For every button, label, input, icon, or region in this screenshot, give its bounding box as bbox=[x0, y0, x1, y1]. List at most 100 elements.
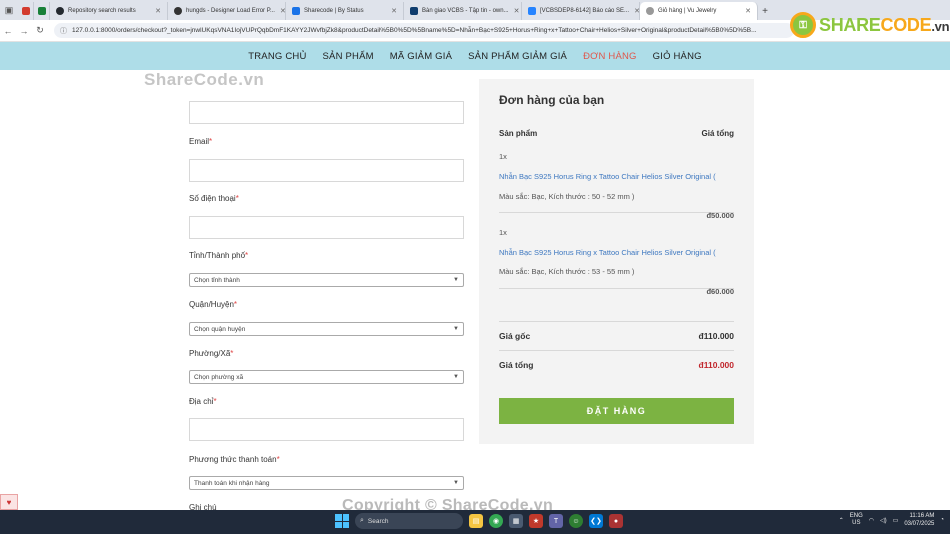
close-tab-icon[interactable]: ✕ bbox=[150, 7, 161, 15]
item-1-price: đ50.000 bbox=[706, 211, 734, 220]
wifi-icon[interactable]: ◠ bbox=[869, 517, 874, 524]
district-select-value: Chọn quận huyện bbox=[194, 325, 246, 333]
tab-repository-search[interactable]: Repository search results ✕ bbox=[50, 2, 168, 20]
chevron-down-icon: ▼ bbox=[453, 374, 459, 380]
payment-group: Phương thức thanh toán* bbox=[189, 455, 465, 464]
item-1-name-link[interactable]: Nhẫn Bạc S925 Horus Ring x Tattoo Chair … bbox=[499, 172, 734, 181]
tab-gio-hang[interactable]: Giỏ hàng | Vu Jewelry ✕ bbox=[640, 2, 758, 20]
volume-icon[interactable]: ◁) bbox=[880, 517, 887, 524]
nav-home[interactable]: TRANG CHỦ bbox=[248, 51, 306, 62]
recorder-icon[interactable]: ● bbox=[609, 514, 623, 528]
ward-label: Phường/Xã* bbox=[189, 349, 234, 358]
tab-label: [VCBSDEP8-6142] Báo cáo SE... bbox=[540, 8, 630, 14]
store-icon[interactable]: ▦ bbox=[509, 514, 523, 528]
vscode-icon[interactable]: ❮❯ bbox=[589, 514, 603, 528]
extension-icon[interactable]: ♥ bbox=[0, 494, 18, 510]
nav-orders[interactable]: ĐƠN HÀNG bbox=[583, 51, 637, 62]
close-tab-icon[interactable]: ✕ bbox=[509, 7, 520, 15]
item-1-attrs: Màu sắc: Bạc, Kích thước : 50 - 52 mm ) bbox=[499, 192, 635, 201]
github-favicon-icon bbox=[56, 7, 64, 15]
phone-label: Số điện thoại* bbox=[189, 194, 239, 203]
phone-field[interactable] bbox=[189, 216, 464, 239]
system-tray: ⌃ ENG US ◠ ◁) ▭ 11:16 AM 03/07/2025 ◔ bbox=[839, 512, 944, 528]
forward-arrow-icon[interactable]: → bbox=[16, 26, 32, 36]
battery-icon[interactable]: ▭ bbox=[893, 517, 899, 524]
name-field[interactable] bbox=[189, 101, 464, 124]
site-navigation: TRANG CHỦ SẢN PHẨM MÃ GIẢM GIÁ SẢN PHẨM … bbox=[0, 42, 950, 70]
chevron-down-icon: ▼ bbox=[453, 277, 459, 283]
nav-coupons[interactable]: MÃ GIẢM GIÁ bbox=[390, 51, 452, 62]
ward-group: Phường/Xã* bbox=[189, 349, 465, 358]
total-row: Giá tổng đ110.000 bbox=[499, 360, 734, 370]
tab-jira[interactable]: [VCBSDEP8-6142] Báo cáo SE... ✕ bbox=[522, 2, 640, 20]
nav-sale-products[interactable]: SẢN PHẨM GIẢM GIÁ bbox=[468, 51, 567, 62]
tab-label: Sharecode | By Status bbox=[304, 8, 364, 14]
ward-select-value: Chọn phường xã bbox=[194, 373, 244, 381]
chrome-icon[interactable]: ◉ bbox=[489, 514, 503, 528]
close-tab-icon[interactable]: ✕ bbox=[629, 7, 639, 15]
item-2-name-link[interactable]: Nhẫn Bạc S925 Horus Ring x Tattoo Chair … bbox=[499, 248, 734, 257]
jira-favicon-icon bbox=[528, 7, 536, 15]
col-product-header: Sản phẩm bbox=[499, 129, 538, 138]
nav-cart[interactable]: GIỎ HÀNG bbox=[653, 51, 702, 62]
tab-ban-giao[interactable]: Bàn giao VCBS - Tập tin - own... ✕ bbox=[404, 2, 522, 20]
tab-label: Repository search results bbox=[68, 8, 136, 14]
site-info-icon[interactable]: ⓘ bbox=[60, 26, 67, 36]
district-group: Quận/Huyện* bbox=[189, 300, 465, 309]
windows-start-icon[interactable] bbox=[335, 514, 349, 528]
search-icon: ⌕ bbox=[360, 517, 364, 524]
item-2-price: đ60.000 bbox=[706, 287, 734, 296]
chevron-up-icon[interactable]: ⌃ bbox=[839, 517, 844, 524]
payment-select[interactable]: Thanh toán khi nhận hàng ▼ bbox=[189, 476, 464, 490]
close-tab-icon[interactable]: ✕ bbox=[275, 7, 285, 15]
language-indicator[interactable]: ENG US bbox=[850, 513, 863, 527]
province-select-value: Chọn tỉnh thành bbox=[194, 276, 240, 284]
email-field[interactable] bbox=[189, 159, 464, 182]
url-field[interactable]: ⓘ 127.0.0.1:8000/orders/checkout?_token=… bbox=[54, 23, 794, 38]
district-label: Quận/Huyện* bbox=[189, 300, 238, 309]
item-2-qty: 1x bbox=[499, 228, 507, 237]
file-explorer-icon[interactable]: ▤ bbox=[469, 514, 483, 528]
subtotal-value: đ110.000 bbox=[698, 331, 734, 341]
teams-icon[interactable]: T bbox=[549, 514, 563, 528]
chat-app-icon[interactable]: ☺ bbox=[569, 514, 583, 528]
sheets-favicon-icon bbox=[38, 7, 46, 15]
app-favicon-icon bbox=[22, 7, 30, 15]
clock[interactable]: 11:16 AM 03/07/2025 bbox=[904, 512, 934, 528]
district-select[interactable]: Chọn quận huyện ▼ bbox=[189, 322, 464, 336]
province-group: Tỉnh/Thành phố* bbox=[189, 251, 465, 260]
nav-products[interactable]: SẢN PHẨM bbox=[323, 51, 374, 62]
email-label: Email* bbox=[189, 137, 213, 146]
tab-list-icon[interactable]: ▣ bbox=[0, 0, 18, 20]
address-field[interactable] bbox=[189, 418, 464, 441]
tab-pinned-2[interactable] bbox=[34, 2, 50, 20]
province-label: Tỉnh/Thành phố* bbox=[189, 251, 249, 260]
tab-sharecode-status[interactable]: Sharecode | By Status ✕ bbox=[286, 2, 404, 20]
chevron-down-icon: ▼ bbox=[453, 480, 459, 486]
subtotal-label: Giá gốc bbox=[499, 331, 531, 341]
ward-select[interactable]: Chọn phường xã ▼ bbox=[189, 370, 464, 384]
address-group: Địa chỉ* bbox=[189, 397, 465, 406]
back-arrow-icon[interactable]: ← bbox=[0, 26, 16, 36]
total-value: đ110.000 bbox=[698, 360, 734, 370]
tab-hungds[interactable]: hungds - Designer Load Error P... ✕ bbox=[168, 2, 286, 20]
notification-bell-icon[interactable]: ◔ bbox=[940, 517, 944, 523]
province-select[interactable]: Chọn tỉnh thành ▼ bbox=[189, 273, 464, 287]
logo-key-icon: ⚿ bbox=[790, 12, 816, 38]
order-title: Đơn hàng của bạn bbox=[499, 93, 605, 107]
payment-label: Phương thức thanh toán* bbox=[189, 455, 280, 464]
place-order-button[interactable]: ĐẶT HÀNG bbox=[499, 398, 734, 424]
doc-favicon-icon bbox=[292, 7, 300, 15]
close-tab-icon[interactable]: ✕ bbox=[386, 7, 397, 15]
tab-label: Bàn giao VCBS - Tập tin - own... bbox=[422, 8, 509, 14]
total-label: Giá tổng bbox=[499, 360, 534, 370]
search-placeholder: Search bbox=[367, 517, 389, 525]
taskbar-search[interactable]: ⌕ Search bbox=[355, 513, 463, 529]
close-tab-icon[interactable]: ✕ bbox=[740, 7, 751, 15]
tab-pinned-1[interactable] bbox=[18, 2, 34, 20]
logo-text: SHARECODE.vn bbox=[819, 14, 950, 35]
reload-icon[interactable]: ↻ bbox=[32, 25, 48, 36]
flag-app-icon[interactable]: ★ bbox=[529, 514, 543, 528]
new-tab-icon[interactable]: + bbox=[758, 2, 772, 20]
item-1-qty: 1x bbox=[499, 152, 507, 161]
